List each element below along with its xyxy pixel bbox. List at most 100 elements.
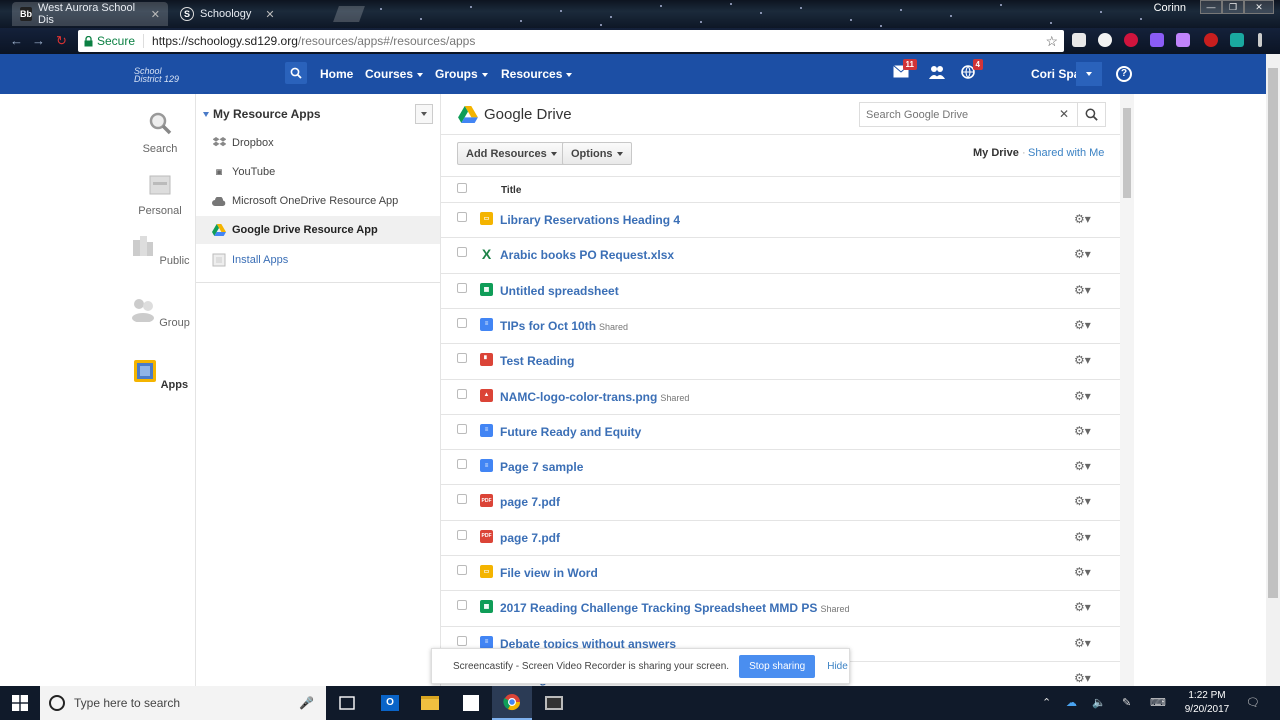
row-checkbox[interactable]	[457, 565, 467, 575]
gear-menu-icon[interactable]: ⚙▾	[1074, 318, 1091, 332]
rail-personal[interactable]: Personal	[130, 172, 190, 217]
district-logo[interactable]: School District 129	[134, 67, 179, 84]
file-name-link[interactable]: Future Ready and Equity	[500, 425, 641, 439]
row-checkbox[interactable]	[457, 317, 467, 328]
my-drive-link[interactable]: My Drive	[973, 147, 1019, 159]
close-tab-icon[interactable]: ✕	[151, 8, 160, 21]
start-button[interactable]	[0, 686, 40, 720]
pinterest-icon[interactable]	[1124, 33, 1138, 47]
scrollbar-thumb[interactable]	[1268, 68, 1278, 598]
nav-home[interactable]: Home	[320, 67, 353, 81]
drive-search-input[interactable]	[866, 108, 1056, 121]
extension-icon[interactable]	[1072, 33, 1086, 47]
row-checkbox[interactable]	[457, 282, 467, 293]
chrome-menu-icon[interactable]	[1258, 33, 1262, 47]
file-name-link[interactable]: Page 7 sample	[500, 460, 583, 474]
nav-resources[interactable]: Resources	[501, 67, 573, 81]
messages-button[interactable]: 11	[893, 59, 917, 81]
action-center-icon[interactable]: 🗨	[1246, 696, 1260, 709]
file-name-link[interactable]: 2017 Reading Challenge Tracking Spreadsh…	[500, 601, 849, 615]
rail-group[interactable]: Group	[130, 296, 190, 329]
tab-schoology[interactable]: S Schoology ✕	[172, 2, 328, 26]
row-checkbox[interactable]	[457, 212, 467, 222]
chrome-icon[interactable]	[492, 686, 532, 720]
volume-icon[interactable]: 🔈	[1092, 696, 1106, 709]
row-checkbox[interactable]	[457, 423, 467, 434]
task-view-icon[interactable]	[327, 686, 367, 720]
gear-menu-icon[interactable]: ⚙▾	[1074, 424, 1091, 438]
file-name-link[interactable]: page 7.pdf	[500, 531, 560, 545]
nav-groups[interactable]: Groups	[435, 67, 488, 81]
rail-apps[interactable]: Apps	[130, 358, 190, 391]
file-name-link[interactable]: page 7.pdf	[500, 495, 560, 509]
file-name-link[interactable]: TIPs for Oct 10th Shared	[500, 319, 628, 333]
gear-menu-icon[interactable]: ⚙▾	[1074, 212, 1091, 226]
extension-icon[interactable]	[1150, 33, 1164, 47]
outlook-icon[interactable]: O	[370, 686, 410, 720]
gear-menu-icon[interactable]: ⚙▾	[1074, 353, 1091, 367]
row-checkbox[interactable]	[457, 353, 467, 364]
gear-menu-icon[interactable]: ⚙▾	[1074, 565, 1091, 579]
extension-icon[interactable]	[1098, 33, 1112, 47]
user-menu-button[interactable]	[1076, 62, 1102, 86]
screencastify-icon[interactable]	[1204, 33, 1218, 47]
row-checkbox[interactable]	[457, 247, 467, 258]
gear-menu-icon[interactable]: ⚙▾	[1074, 283, 1091, 297]
gear-menu-icon[interactable]: ⚙▾	[1074, 671, 1091, 685]
app-item-dropbox[interactable]: Dropbox	[196, 129, 440, 157]
apps-panel-menu-button[interactable]	[415, 104, 433, 124]
page-scrollbar[interactable]	[1266, 54, 1280, 686]
add-resources-button[interactable]: Add Resources	[457, 142, 566, 165]
bookmark-star-icon[interactable]: ☆	[1045, 33, 1058, 50]
gear-menu-icon[interactable]: ⚙▾	[1074, 600, 1091, 614]
nav-courses[interactable]: Courses	[365, 67, 424, 81]
file-name-link[interactable]: Test Reading	[500, 354, 574, 368]
file-name-link[interactable]: NAMC-logo-color-trans.png Shared	[500, 390, 689, 404]
forward-icon[interactable]: →	[32, 33, 45, 48]
shared-with-me-link[interactable]: Shared with Me	[1028, 147, 1104, 159]
file-name-link[interactable]: Untitled spreadsheet	[500, 284, 619, 298]
gear-menu-icon[interactable]: ⚙▾	[1074, 459, 1091, 473]
requests-button[interactable]	[929, 65, 945, 82]
file-name-link[interactable]: Arabic books PO Request.xlsx	[500, 248, 674, 262]
secure-indicator[interactable]: Secure	[84, 34, 145, 48]
row-checkbox[interactable]	[457, 529, 467, 540]
options-button[interactable]: Options	[562, 142, 632, 165]
minimize-icon[interactable]: —	[1200, 0, 1222, 14]
scrollbar-thumb[interactable]	[1123, 108, 1131, 198]
extension-icon[interactable]	[1176, 33, 1190, 47]
stop-sharing-button[interactable]: Stop sharing	[739, 654, 816, 678]
content-scrollbar[interactable]	[1120, 94, 1134, 686]
app-item-google-drive[interactable]: Google Drive Resource App	[196, 216, 440, 244]
onedrive-tray-icon[interactable]: ☁	[1066, 696, 1077, 709]
collapse-arrow-icon[interactable]	[203, 112, 209, 117]
video-editor-icon[interactable]	[534, 686, 574, 720]
keyboard-icon[interactable]: ⌨	[1150, 696, 1166, 709]
close-tab-icon[interactable]: ✕	[265, 8, 274, 21]
clear-search-icon[interactable]: ✕	[1059, 107, 1069, 121]
microphone-icon[interactable]: 🎤	[299, 696, 314, 710]
row-checkbox[interactable]	[457, 600, 467, 611]
back-icon[interactable]: ←	[10, 33, 23, 48]
tab-west-aurora[interactable]: Bb West Aurora School Dis ✕	[12, 2, 168, 26]
row-checkbox[interactable]	[457, 494, 467, 505]
app-item-install-apps[interactable]: Install Apps	[196, 246, 440, 274]
rail-public[interactable]: Public	[130, 234, 190, 267]
system-clock[interactable]: 1:22 PM 9/20/2017	[1176, 689, 1238, 717]
maximize-icon[interactable]: ❐	[1222, 0, 1244, 14]
app-item-youtube[interactable]: ▣ YouTube	[196, 158, 440, 186]
hide-button[interactable]: Hide	[827, 661, 848, 672]
profile-name[interactable]: Corinn	[1154, 2, 1186, 14]
file-name-link[interactable]: Library Reservations Heading 4	[500, 213, 680, 227]
gear-menu-icon[interactable]: ⚙▾	[1074, 530, 1091, 544]
gear-menu-icon[interactable]: ⚙▾	[1074, 494, 1091, 508]
row-checkbox[interactable]	[457, 388, 467, 399]
help-icon[interactable]: ?	[1116, 66, 1132, 82]
drive-search-button[interactable]	[1077, 103, 1105, 126]
taskbar-search[interactable]: Type here to search 🎤	[40, 686, 326, 720]
notifications-button[interactable]: 4	[961, 59, 983, 83]
show-hidden-icons-icon[interactable]: ⌃	[1042, 696, 1051, 709]
pen-icon[interactable]: ✎	[1122, 696, 1131, 709]
reload-icon[interactable]: ↻	[56, 33, 67, 49]
gear-menu-icon[interactable]: ⚙▾	[1074, 636, 1091, 650]
